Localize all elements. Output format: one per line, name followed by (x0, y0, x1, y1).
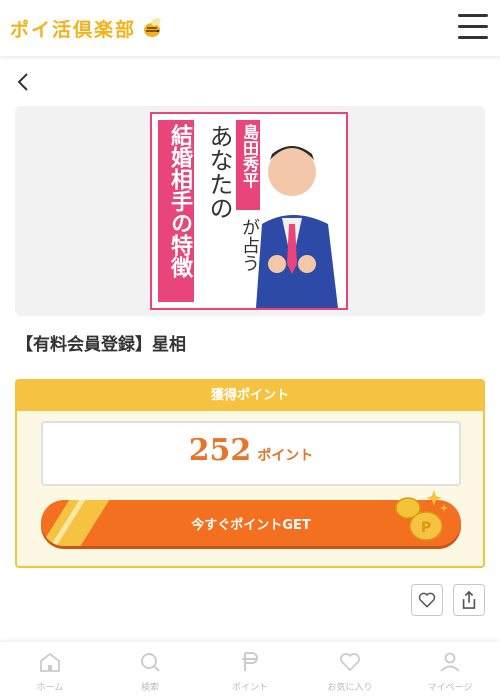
share-icon (462, 590, 476, 609)
favorite-button[interactable] (411, 584, 443, 616)
home-icon (40, 652, 60, 672)
nav-item-home[interactable]: ホーム (0, 642, 100, 700)
bee-icon (144, 18, 161, 37)
nav-item-points[interactable]: ポイント (200, 642, 300, 700)
heart-icon (418, 592, 436, 608)
banner-area: 結婚相手の特徴 あなたの 島田秀平 が占う (15, 106, 485, 316)
offer-title: 【有料会員登録】星相 (16, 335, 186, 355)
share-button[interactable] (453, 584, 485, 616)
points-header: 獲得ポイント (17, 381, 483, 411)
app-header: ポイ活倶楽部 (0, 0, 500, 56)
offer-banner-image[interactable]: 結婚相手の特徴 あなたの 島田秀平 が占う (150, 112, 348, 310)
nav-label-mypage: マイページ (427, 683, 473, 693)
bottom-navigation: ホーム 検索 ポイント お気に入り マイページ (0, 642, 500, 700)
banner-mid-text: あなたの (205, 124, 233, 220)
nav-label-points: ポイント (231, 683, 268, 693)
banner-left-text: 結婚相手の特徴 (167, 124, 192, 278)
points-value: 252 (188, 433, 252, 468)
site-logo[interactable]: ポイ活倶楽部 (10, 14, 164, 42)
coins-icon: P (395, 490, 448, 541)
chevron-left-icon[interactable] (14, 70, 34, 94)
heart-icon (340, 653, 360, 671)
banner-name-text: 島田秀平 (240, 124, 259, 188)
nav-item-favorites[interactable]: お気に入り (300, 642, 400, 700)
hamburger-icon[interactable] (458, 14, 488, 40)
point-icon (242, 652, 258, 671)
nav-label-home: ホーム (36, 683, 64, 693)
svg-text:P: P (421, 520, 431, 536)
search-icon (141, 653, 160, 672)
nav-label-favorites: お気に入り (327, 683, 373, 693)
get-points-label: 今すぐポイントGET (191, 517, 311, 533)
logo-text: ポイ活倶楽部 (10, 18, 137, 41)
nav-item-mypage[interactable]: マイページ (400, 642, 500, 700)
points-value-box: 252 ポイント (41, 421, 461, 486)
points-unit: ポイント (257, 448, 314, 464)
user-icon (440, 652, 460, 672)
banner-fortune-text: が占う (239, 218, 260, 272)
nav-label-search: 検索 (140, 683, 159, 693)
nav-item-search[interactable]: 検索 (100, 642, 200, 700)
